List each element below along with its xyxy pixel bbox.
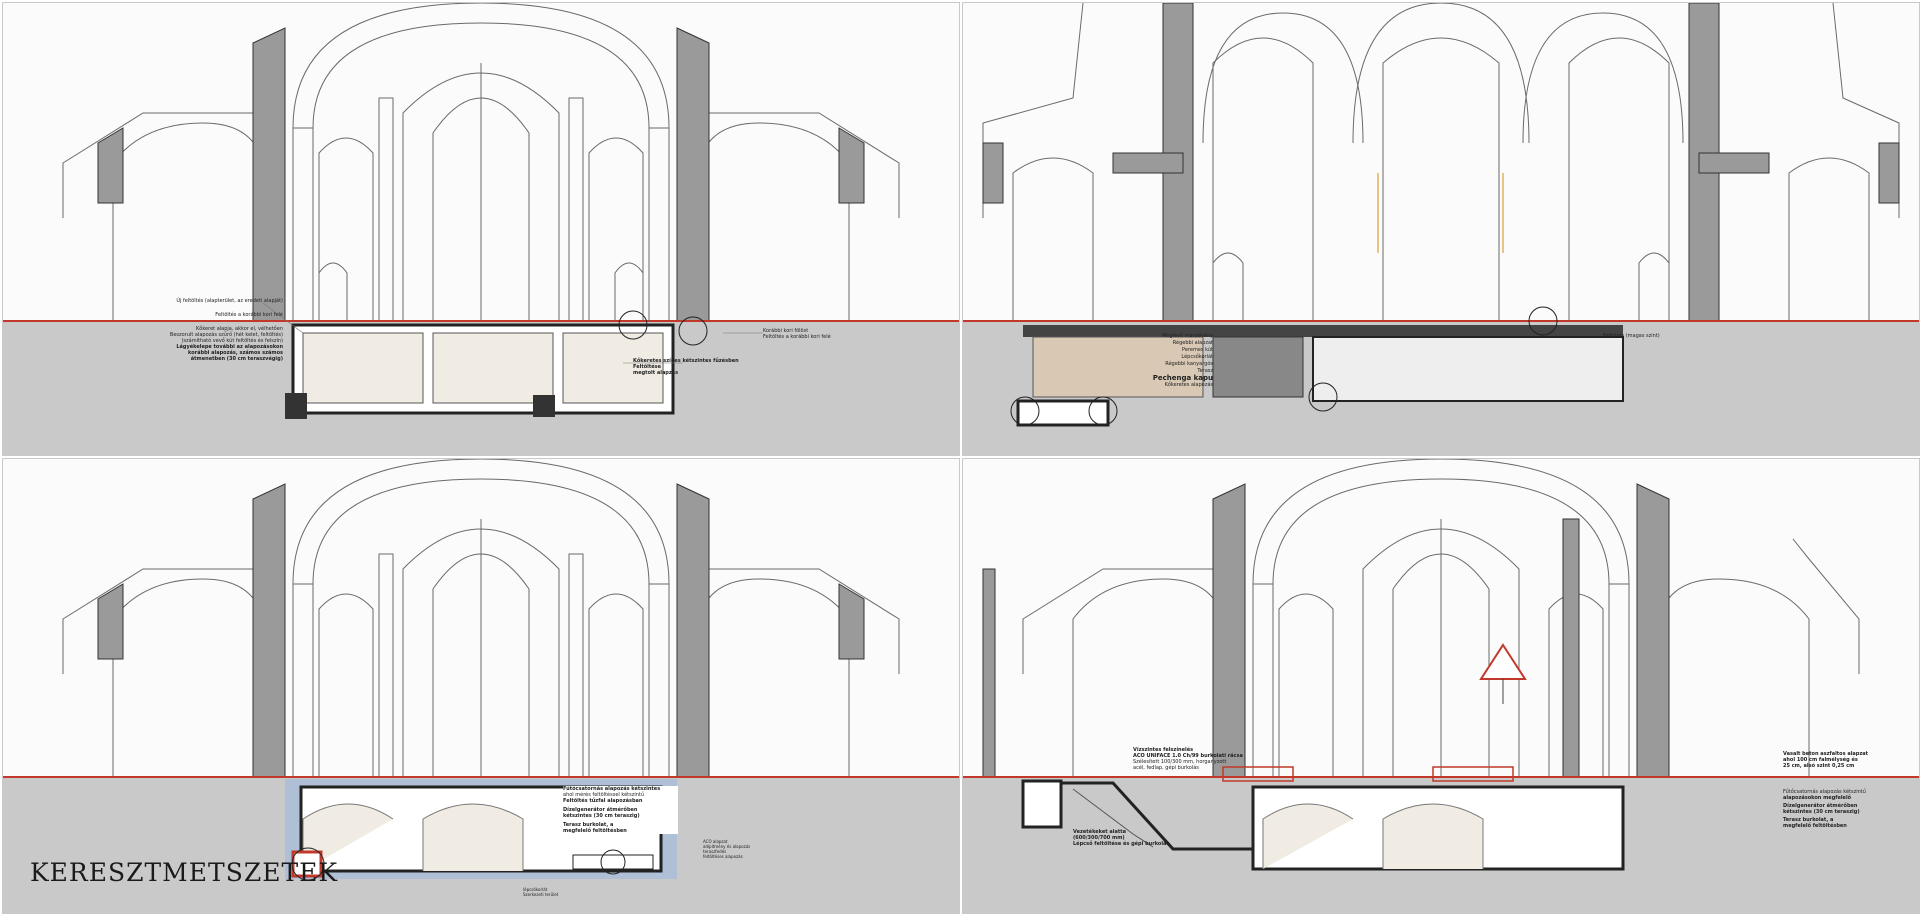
label: Feltöltés a korábbi kori felé (763, 334, 831, 340)
label: Feltöltés tűzfal alapozásban (563, 798, 643, 804)
sheet-title: KERESZTMETSZETEK (30, 858, 339, 887)
label: Régebbi kanyargós (1165, 361, 1213, 367)
section-3-labels-right: ACO alapzat alépítmény és alapozás teras… (703, 839, 803, 859)
nave-elevation (62, 459, 900, 780)
label: acél, fedlap, gépi burkolás (1133, 765, 1199, 771)
label: Meglévő maradvány (1161, 333, 1213, 339)
section-4-labels-left: Vezetékeket alatta (600/300/700 mm) Lépc… (1073, 829, 1173, 847)
section-3-labels-bottom: lépcsőkorlát Szerkezeti terület (523, 887, 643, 897)
section-2-labels: Meglévő maradvány Régebbi alapzat Pereme… (1113, 333, 1213, 389)
label: megtolt alapzás (633, 370, 679, 376)
cross-section-panel-3: Fűtőcsatornás alapozás kétszintes ahol m… (2, 458, 960, 914)
cross-section-drawing-3 (3, 459, 959, 913)
cross-section-drawing-1 (3, 3, 959, 455)
section-3-labels-center: Fűtőcsatornás alapozás kétszintes ahol m… (563, 786, 678, 834)
warning-sign-icon (1479, 643, 1527, 704)
label: Régebbi alapzat (1172, 340, 1213, 346)
label: Kőkeretes alapozás (1164, 382, 1213, 388)
label: Feltöltés (magas szint) (1603, 333, 1660, 339)
nave-elevation (62, 3, 900, 324)
label: kétszintes (30 cm teraszig) (1783, 809, 1860, 815)
nave-elevation (1022, 459, 1860, 780)
label: Lépcsőkorlát (1181, 354, 1213, 360)
label: kétszintes (30 cm teraszig) (563, 813, 640, 819)
section-4-labels-right: Fűtőcsatornás alapozás kétszintű alapozá… (1783, 789, 1893, 829)
label: Új feltöltés (alapterület, az eredeti al… (176, 298, 283, 304)
label: Feltöltés a korábbi kori felé (215, 312, 283, 318)
label: feltöltéses alapozás (703, 854, 743, 859)
cut-walls (982, 3, 1900, 324)
section-4-labels-top: Vízszintes felszínelés ACO UNIFACE 1.0 C… (1133, 747, 1263, 771)
section-1-labels: Új feltöltés (alapterület, az eredeti al… (153, 298, 283, 362)
label: megfelelő feltöltésben (563, 828, 627, 834)
label: Pechenga kapu (1152, 374, 1213, 382)
label: átmenetben (30 cm teraszvégig) (190, 356, 283, 362)
cross-section-panel-1: Új feltöltés (alapterület, az eredeti al… (2, 2, 960, 456)
cross-section-panel-2: Meglévő maradvány Régebbi alapzat Pereme… (962, 2, 1920, 456)
section-1-labels-right: Korábbi kori fölöst Feltöltés a korábbi … (763, 328, 883, 340)
label: Peremes kút (1182, 347, 1213, 353)
cut-walls (982, 483, 1670, 780)
label: alapozásokon megfelelő (1783, 795, 1852, 801)
label: Szerkezeti terület (523, 892, 559, 897)
drawing-sheet: Új feltöltés (alapterület, az eredeti al… (0, 0, 1920, 914)
label: Lépcső feltöltése és gépi burkolás (1073, 841, 1170, 847)
section-1-labels-mid: Kőkeretes színes kétszintes fűzésben Fel… (633, 358, 743, 376)
section-4-labels-right-top: Vasalt beton aszfaltos alapzat ahol 100 … (1783, 751, 1883, 769)
cross-section-drawing-2 (963, 3, 1919, 455)
label: 25 cm, alsó szint 0,25 cm (1783, 763, 1855, 769)
label: megfelelő feltöltésben (1783, 823, 1847, 829)
section-2-labels-right: Feltöltés (magas szint) (1603, 333, 1723, 339)
cross-section-panel-4: Vízszintes felszínelés ACO UNIFACE 1.0 C… (962, 458, 1920, 914)
